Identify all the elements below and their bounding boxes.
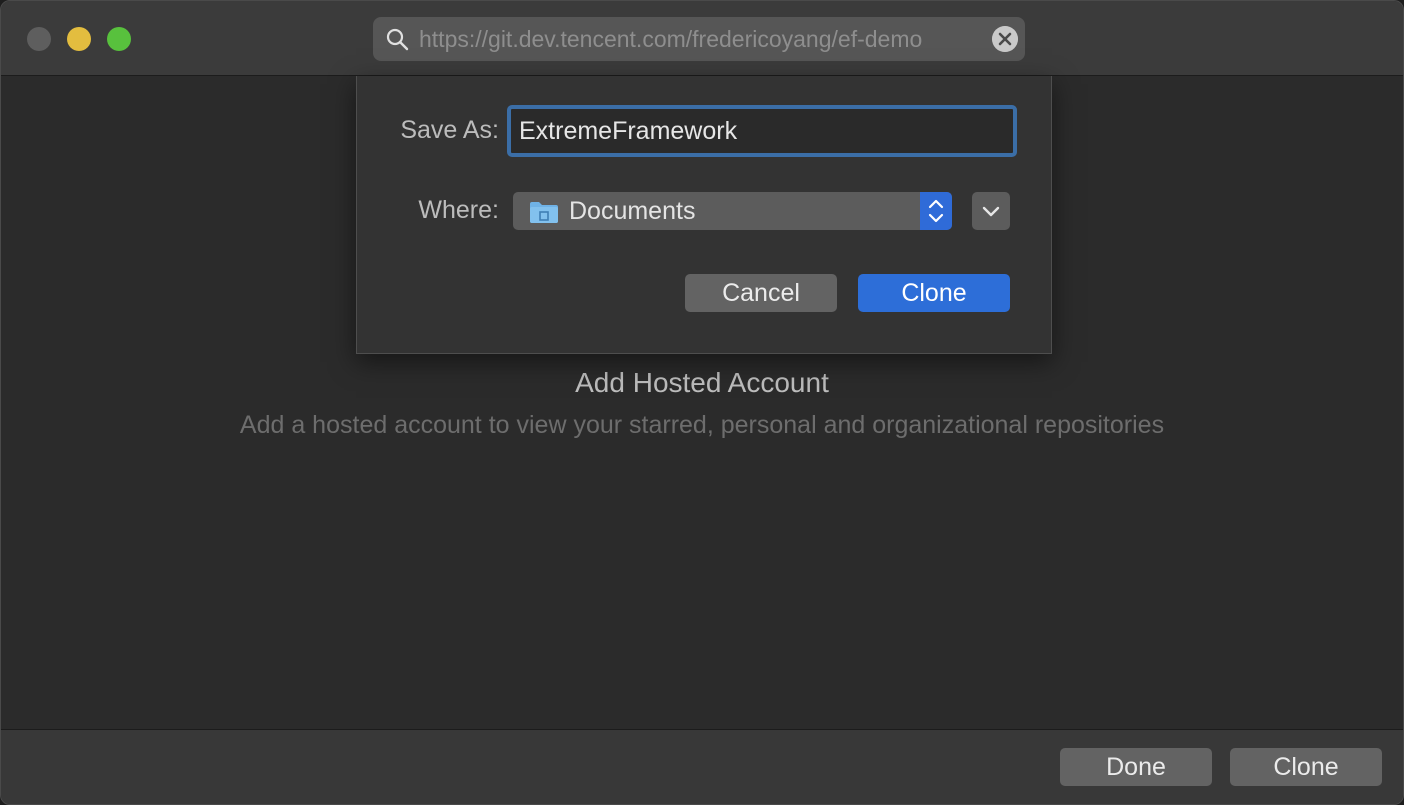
empty-state-title: Add Hosted Account [575,367,829,398]
footer-bar: Done Clone [1,729,1403,804]
minimize-window-button[interactable] [67,27,91,51]
expand-browser-button[interactable] [972,192,1010,230]
search-icon [386,28,409,51]
zoom-window-button[interactable] [107,27,131,51]
close-window-button[interactable] [27,27,51,51]
cancel-button[interactable]: Cancel [685,274,837,312]
where-label: Where: [418,196,499,224]
save-sheet: Save As: Where: Documents Ca [356,76,1052,354]
where-popup-button[interactable]: Documents [513,192,952,230]
clear-icon[interactable] [992,26,1018,52]
save-as-label: Save As: [400,116,499,144]
title-bar: https://git.dev.tencent.com/fredericoyan… [1,1,1403,76]
clone-button[interactable]: Clone [858,274,1010,312]
chevron-down-icon [982,206,1000,217]
empty-state-subtitle: Add a hosted account to view your starre… [239,411,1165,439]
save-as-input[interactable] [511,109,1013,153]
clone-window: https://git.dev.tencent.com/fredericoyan… [0,0,1404,805]
up-down-chevron-icon [928,199,944,223]
popup-stepper[interactable] [920,192,952,230]
where-value: Documents [569,197,696,225]
footer-clone-button[interactable]: Clone [1230,748,1382,786]
url-bar[interactable]: https://git.dev.tencent.com/fredericoyan… [373,17,1025,61]
folder-icon [530,202,558,223]
done-button[interactable]: Done [1060,748,1212,786]
save-as-field-wrapper [507,105,1017,157]
url-text[interactable]: https://git.dev.tencent.com/fredericoyan… [419,17,979,61]
